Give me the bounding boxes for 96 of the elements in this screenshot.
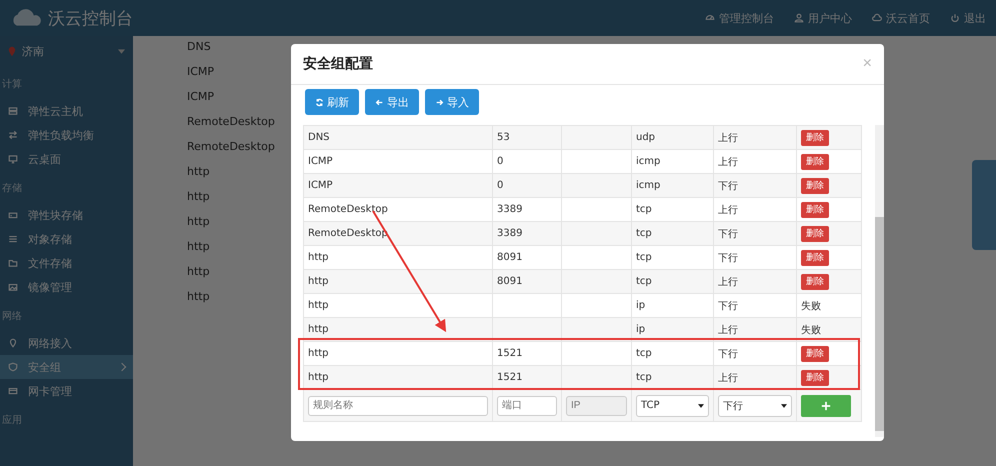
table-cell-text: http [187,165,210,180]
table-cell: 3389 [492,222,562,246]
section-label: 存储 [1,182,23,196]
top-link[interactable]: 用户中心 [794,10,852,26]
section-label: 应用 [1,414,23,428]
refresh-icon [315,98,324,106]
table-cell [562,222,632,246]
table-cell: tcp [632,270,714,294]
sidebar-item[interactable]: 对象存储 [0,227,133,251]
table-cell: tcp [632,366,714,390]
table-cell: 0 [492,174,562,198]
caret-icon [118,49,125,54]
top-link[interactable]: 管理控制台 [705,10,774,26]
close-button[interactable]: × [862,55,872,73]
caret-icon [698,404,704,408]
port-field[interactable]: 端口 [497,396,557,416]
sidebar-item[interactable]: 网络接入 [0,331,133,355]
table-cell-text: DNS [187,40,211,55]
table-cell: ICMP [304,174,492,198]
table-cell: 上行 [714,126,796,150]
delete-button[interactable]: 删除 [801,274,829,290]
power-icon [950,13,960,23]
table-cell: 53 [492,126,562,150]
server-icon [8,106,18,116]
toolbar-button[interactable]: 刷新 [305,89,359,115]
table-cell: 上行 [714,270,796,294]
table-cell: DNS [304,126,492,150]
table-cell: 上行 [714,366,796,390]
table-cell-text: ICMP [187,65,214,80]
table-cell [562,366,632,390]
shield-icon [8,362,18,372]
direction-select[interactable]: 下行 [718,394,792,416]
table-cell-text: RemoteDesktop [187,140,275,155]
sidebar-item[interactable]: 网卡管理 [0,379,133,403]
table-cell-text: http [187,190,210,205]
table-cell-text: http [187,290,210,305]
table-cell: 1521 [492,366,562,390]
table-cell: http [304,270,492,294]
delete-button[interactable]: 删除 [801,130,829,146]
gauge-icon [705,13,715,23]
cloud-icon [872,13,882,23]
table-cell-text: http [187,265,210,280]
caret-icon [781,404,787,408]
table-cell-text: ICMP [187,90,214,105]
location-pin-icon [8,46,16,57]
add-button[interactable] [801,394,851,416]
sidebar-item[interactable]: 云桌面 [0,147,133,171]
user-icon [794,13,804,23]
monitor-icon [8,154,18,164]
table-cell-text: RemoteDesktop [187,115,275,130]
status-text: 失败 [801,324,821,336]
delete-button[interactable]: 删除 [801,370,829,386]
sidebar-item[interactable]: 安全组 [0,355,133,379]
delete-button[interactable]: 删除 [801,346,829,362]
table-cell: http [304,366,492,390]
delete-button[interactable]: 删除 [801,178,829,194]
region-selector[interactable]: 济南 [0,36,133,67]
card-icon [8,386,18,396]
table-cell-text: http [187,215,210,230]
pin-icon [8,338,18,348]
brand-title: 沃云控制台 [48,8,133,30]
balance-icon [8,130,18,140]
sidebar-item[interactable]: 弹性负载均衡 [0,123,133,147]
table-cell [562,126,632,150]
top-link[interactable]: 退出 [950,10,986,26]
sidebar-item[interactable]: 弹性云主机 [0,99,133,123]
table-cell [562,270,632,294]
table-cell: icmp [632,174,714,198]
dialog-title: 安全组配置 [303,55,373,73]
delete-button[interactable]: 删除 [801,202,829,218]
table-cell: 下行 [714,222,796,246]
sidebar-item[interactable]: 弹性块存储 [0,203,133,227]
table-cell-text: http [187,240,210,255]
table-cell: udp [632,126,714,150]
toolbar-button[interactable]: 导入 [425,89,479,115]
image-icon [8,282,18,292]
plus-icon [821,400,831,410]
table-cell [562,174,632,198]
delete-button[interactable]: 删除 [801,154,829,170]
table-cell: 8091 [492,270,562,294]
rule-name-field[interactable]: 规则名称 [308,396,488,416]
toolbar-button[interactable]: 导出 [365,89,419,115]
delete-button[interactable]: 删除 [801,250,829,266]
sidebar-item[interactable]: 文件存储 [0,251,133,275]
section-label: 网络 [1,310,23,324]
folder-icon [8,258,18,268]
section-label: 计算 [1,78,23,92]
table-cell: tcp [632,222,714,246]
table-cell: 下行 [714,174,796,198]
sidebar-item[interactable]: 镜像管理 [0,275,133,299]
status-text: 失败 [801,300,821,312]
protocol-select[interactable]: TCP [636,394,709,416]
side-tab[interactable] [972,160,996,250]
top-link[interactable]: 沃云首页 [872,10,930,26]
scrollbar[interactable] [875,125,884,437]
delete-button[interactable]: 删除 [801,226,829,242]
